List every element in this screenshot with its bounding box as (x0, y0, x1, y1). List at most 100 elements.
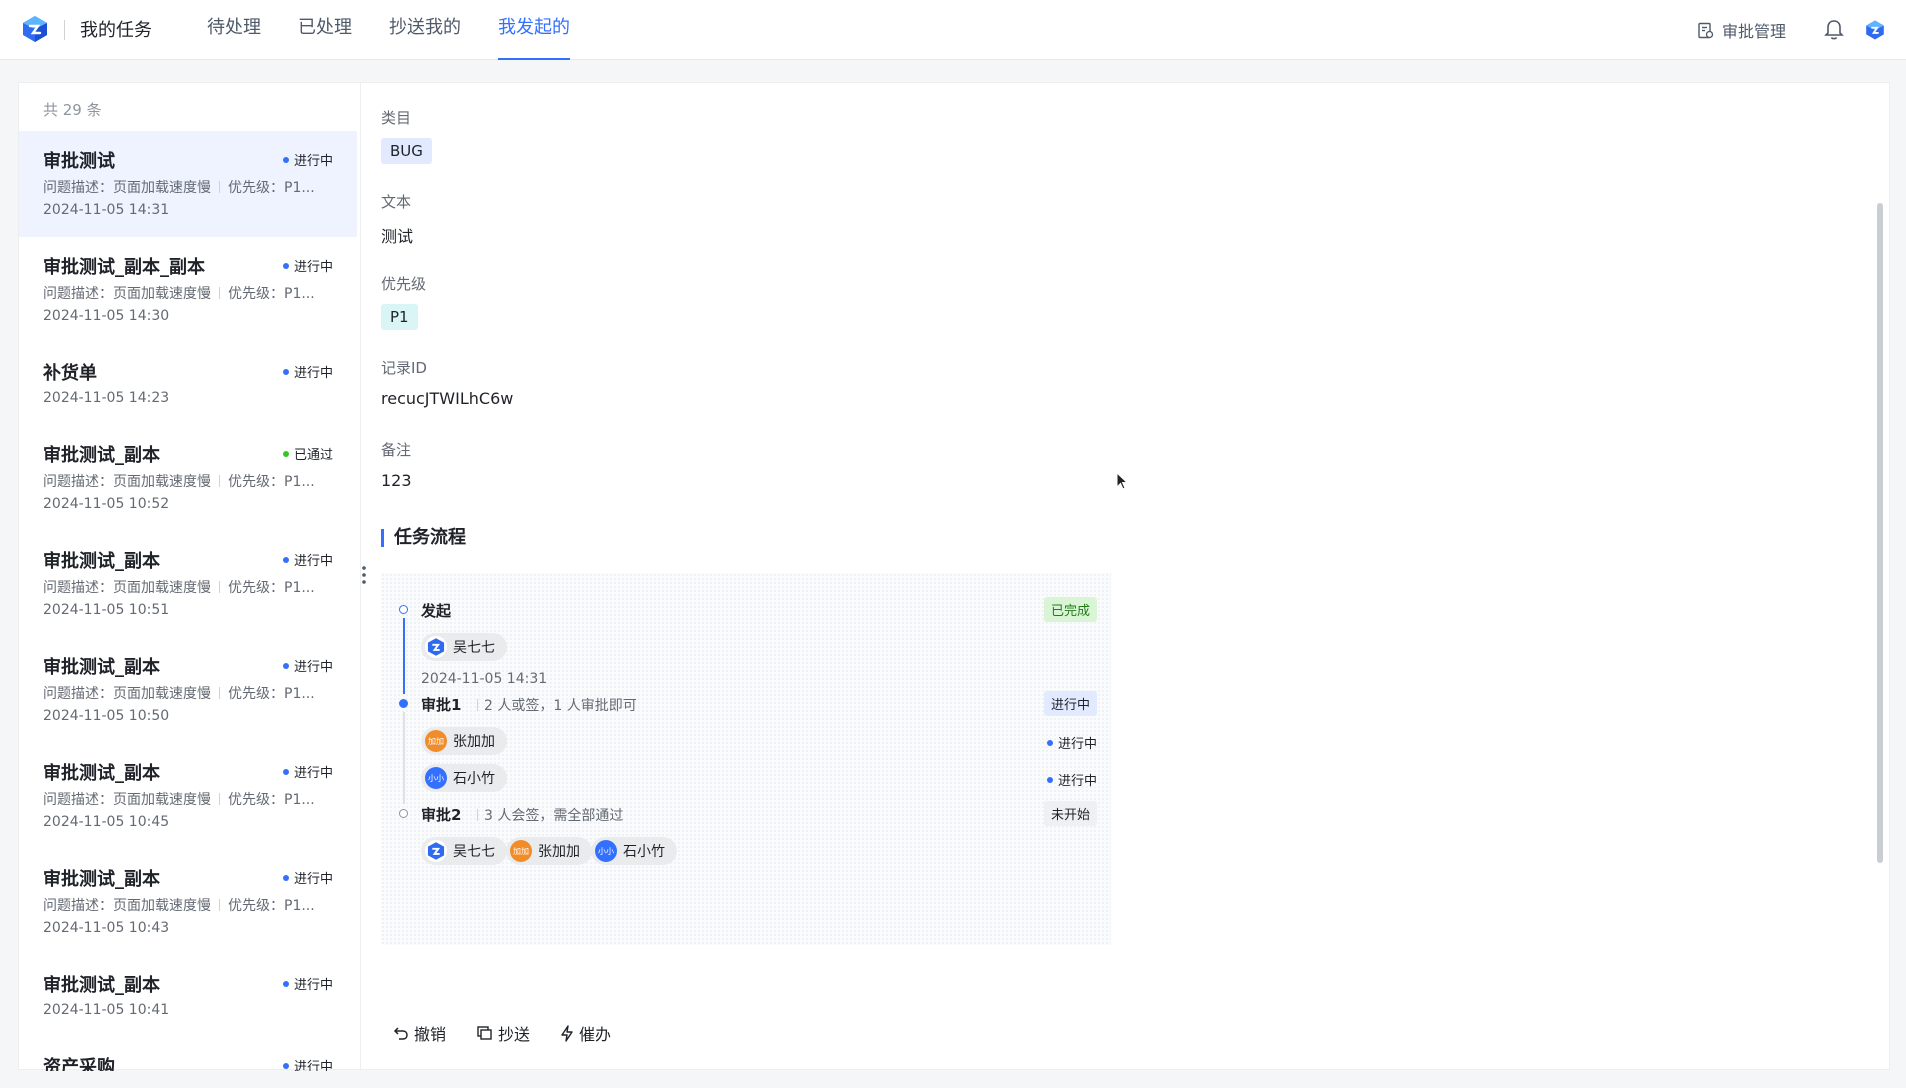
task-time: 2024-11-05 14:23 (43, 390, 170, 406)
person-chip[interactable]: 加加 张加加 (421, 727, 507, 755)
app-logo-icon[interactable] (20, 14, 50, 44)
task-title: 审批测试_副本 (43, 551, 160, 572)
top-header: 我的任务 待处理 已处理 抄送我的 我发起的 审批管理 (0, 0, 1906, 60)
logo-divider (64, 20, 65, 40)
task-desc: 问题描述：页面加载速度慢 优先级：P1... (43, 286, 315, 302)
status-dot (282, 662, 289, 669)
task-status: 进行中 (282, 762, 333, 781)
person-name: 吴七七 (453, 640, 495, 656)
task-title: 审批测试_副本 (43, 445, 160, 466)
revoke-button[interactable]: 撤销 (393, 1021, 446, 1045)
avatar: 加加 (510, 840, 532, 862)
list-count: 共 29 条 (43, 101, 102, 119)
task-item[interactable]: 审批测试_副本 进行中 问题描述：页面加载速度慢 优先级：P1... 2024-1… (19, 531, 357, 637)
field-label-priority: 优先级 (381, 275, 427, 293)
resize-handle-icon[interactable] (356, 563, 372, 587)
task-item[interactable]: 审批测试_副本_副本 进行中 问题描述：页面加载速度慢 优先级：P1... 202… (19, 237, 357, 343)
person-name: 吴七七 (453, 844, 495, 860)
urge-button[interactable]: 催办 (560, 1021, 611, 1045)
urge-label: 催办 (579, 1025, 612, 1044)
flow-node-approve1-marker (399, 699, 408, 708)
node-rule-approve2: 3 人会签，需全部通过 (473, 805, 623, 825)
approval-management-label: 审批管理 (1721, 22, 1786, 41)
task-time: 2024-11-05 10:43 (43, 920, 170, 936)
task-time: 2024-11-05 10:51 (43, 602, 170, 618)
person-chip[interactable]: 加加 张加加 (506, 837, 592, 865)
status-dot (1046, 776, 1053, 783)
detail-scrollbar[interactable] (1877, 203, 1883, 863)
task-item[interactable]: 审批测试 进行中 问题描述：页面加载速度慢 优先级：P1... 2024-11-0… (19, 131, 357, 237)
person-name: 石小竹 (623, 844, 665, 860)
node-rule-approve1: 2 人或签，1 人审批即可 (473, 695, 637, 715)
task-status: 进行中 (282, 656, 333, 675)
tab-pending[interactable]: 待处理 (207, 0, 261, 60)
person-chip[interactable]: 吴七七 (421, 837, 507, 865)
avatar: 加加 (425, 730, 447, 752)
field-label-remark: 备注 (381, 441, 412, 459)
task-status: 已通过 (282, 444, 333, 463)
revoke-label: 撤销 (414, 1025, 447, 1044)
text-value: 测试 (381, 227, 414, 246)
task-title: 审批测试 (43, 151, 115, 172)
status-badge-inprogress: 进行中 (1043, 691, 1097, 716)
cc-button[interactable]: 抄送 (476, 1021, 530, 1045)
task-item[interactable]: 审批测试_副本 进行中 问题描述：页面加载速度慢 优先级：P1... 2024-1… (19, 743, 357, 849)
task-list-panel[interactable]: 共 29 条 审批测试 进行中 问题描述：页面加载速度慢 优先级：P1... 20… (19, 83, 361, 1071)
status-dot (282, 556, 289, 563)
task-time: 2024-11-05 10:52 (43, 496, 170, 512)
approval-doc-icon (1698, 22, 1714, 38)
person-status: 进行中 (1046, 733, 1097, 752)
status-dot (282, 262, 289, 269)
tab-initiated-by-me[interactable]: 我发起的 (498, 0, 570, 60)
node-time: 2024-11-05 14:31 (421, 671, 548, 687)
task-item[interactable]: 补货单 进行中 2024-11-05 14:23 (19, 343, 357, 425)
tab-processed[interactable]: 已处理 (298, 0, 352, 60)
task-item[interactable]: 审批测试_副本 进行中 问题描述：页面加载速度慢 优先级：P1... 2024-1… (19, 849, 357, 955)
mouse-cursor-icon (1116, 472, 1129, 490)
task-desc: 问题描述：页面加载速度慢 优先级：P1... (43, 474, 315, 490)
cc-label: 抄送 (498, 1025, 531, 1044)
task-title: 审批测试_副本 (43, 975, 160, 996)
task-item[interactable]: 资产采购 进行中 (19, 1037, 357, 1071)
person-chip[interactable]: 吴七七 (421, 633, 507, 661)
flow-line (402, 712, 405, 804)
task-desc: 问题描述：页面加载速度慢 优先级：P1... (43, 898, 315, 914)
node-title-approve2: 审批2 (421, 806, 462, 824)
status-dot (1046, 739, 1053, 746)
task-item[interactable]: 审批测试_副本 进行中 2024-11-05 10:41 (19, 955, 357, 1037)
flow-section-title: 任务流程 (381, 529, 466, 547)
record-id-value: recucJTWILhC6w (381, 389, 514, 408)
person-name: 张加加 (453, 734, 495, 750)
approval-management-button[interactable]: 审批管理 (1697, 18, 1786, 42)
person-name: 张加加 (538, 844, 580, 860)
task-desc: 问题描述：页面加载速度慢 优先级：P1... (43, 686, 315, 702)
person-status: 进行中 (1046, 770, 1097, 789)
action-bar: 撤销 抄送 催办 (393, 1021, 641, 1045)
task-status: 进行中 (282, 1056, 333, 1071)
flow-timeline: 发起 已完成 吴七七 2024-11-05 14:31 审批1 2 人或签，1 … (381, 573, 1111, 945)
bell-icon[interactable] (1824, 19, 1844, 41)
task-item[interactable]: 审批测试_副本 已通过 问题描述：页面加载速度慢 优先级：P1... 2024-1… (19, 425, 357, 531)
flow-node-approve2-marker (399, 809, 408, 818)
task-item[interactable]: 审批测试_副本 进行中 问题描述：页面加载速度慢 优先级：P1... 2024-1… (19, 637, 357, 743)
person-chip[interactable]: 小小 石小竹 (421, 764, 507, 792)
task-title: 补货单 (43, 363, 97, 384)
task-status: 进行中 (282, 150, 333, 169)
user-avatar-icon (425, 840, 447, 862)
status-dot (282, 1062, 289, 1069)
person-chip[interactable]: 小小 石小竹 (591, 837, 677, 865)
user-avatar-icon (425, 636, 447, 658)
task-title: 资产采购 (43, 1057, 115, 1071)
node-title-approve1: 审批1 (421, 696, 462, 714)
status-badge-done: 已完成 (1043, 597, 1097, 622)
task-status: 进行中 (282, 868, 333, 887)
task-desc: 问题描述：页面加载速度慢 优先级：P1... (43, 580, 315, 596)
task-detail-panel: 类目 BUG 文本 测试 优先级 P1 记录ID recucJTWILhC6w … (381, 83, 1889, 1071)
task-title: 审批测试_副本 (43, 763, 160, 784)
user-avatar-icon[interactable] (1864, 19, 1886, 41)
field-label-record-id: 记录ID (381, 359, 427, 377)
status-dot (282, 874, 289, 881)
header-right: 审批管理 (1697, 0, 1906, 60)
tab-cc-me[interactable]: 抄送我的 (389, 0, 461, 60)
status-dot (282, 156, 289, 163)
